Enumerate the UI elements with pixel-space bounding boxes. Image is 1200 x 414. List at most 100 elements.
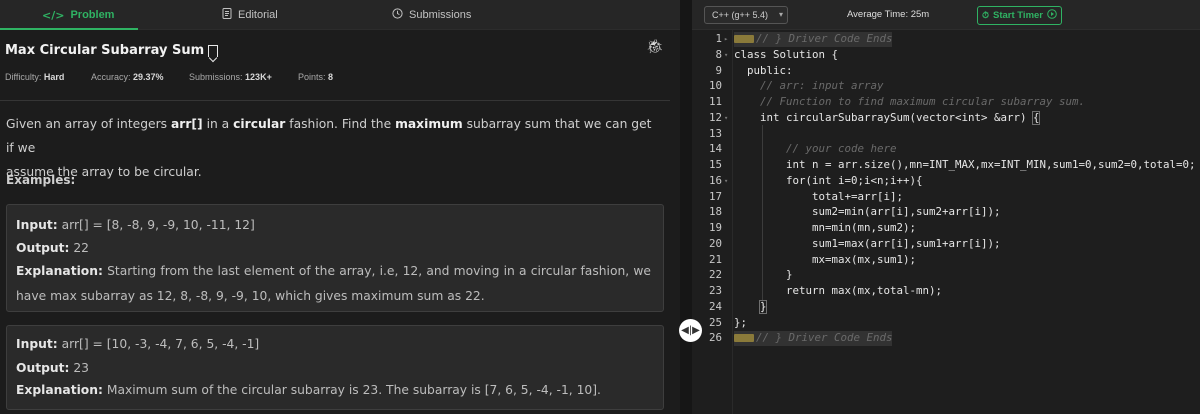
language-select-value: C++ (g++ 5.4) <box>712 10 769 20</box>
line-number: 20 <box>708 236 722 250</box>
output-label: Output: <box>16 241 70 255</box>
line-number: 12 <box>708 110 722 124</box>
problem-title-text: Max Circular Subarray Sum <box>5 43 205 58</box>
code-icon: </> <box>42 8 65 22</box>
line-number: 1 <box>715 32 722 45</box>
fold-arrow-icon[interactable]: ▾ <box>724 177 728 185</box>
problem-tabbar: </> Problem Editorial Submissions <box>0 0 680 30</box>
line-number: 21 <box>708 252 722 266</box>
problem-header: Max Circular Subarray Sum 🐞︎ <box>5 39 670 63</box>
code-comment: // your code here <box>734 142 897 156</box>
tab-editorial-label: Editorial <box>238 9 278 21</box>
fold-arrow-icon[interactable]: ▾ <box>724 51 728 59</box>
tab-editorial[interactable]: Editorial <box>222 0 278 30</box>
bracket-match-highlight <box>1032 110 1040 125</box>
output-label: Output: <box>16 361 70 375</box>
problem-panel: </> Problem Editorial Submissions Max Ci… <box>0 0 680 414</box>
tab-submissions[interactable]: Submissions <box>392 0 471 30</box>
line-number: 15 <box>708 158 722 171</box>
example-input: Input: arr[] = [10, -3, -4, 7, 6, 5, -4,… <box>16 332 651 356</box>
code-line: total+=arr[i]; <box>734 189 904 203</box>
code-line: sum2=min(arr[i],sum2+arr[i]); <box>734 205 1001 219</box>
difficulty-value: Hard <box>43 72 65 82</box>
desc-text: in a <box>202 117 234 131</box>
bug-report-icon[interactable]: 🐞︎ <box>646 39 664 55</box>
example-input: Input: arr[] = [8, -8, 9, -9, 10, -11, 1… <box>16 213 651 237</box>
code-line: } <box>734 268 793 282</box>
desc-bold-maximum: maximum <box>395 117 463 131</box>
fold-arrow-icon[interactable]: ▸ <box>724 35 728 43</box>
code-line: int circularSubarraySum(vector<int> &arr… <box>734 110 1040 124</box>
panel-splitter[interactable] <box>680 0 692 414</box>
divider <box>0 100 670 101</box>
input-label: Input: <box>16 337 58 351</box>
explanation-label: Explanation: <box>16 383 103 397</box>
code-line: sum1=max(arr[i],sum1+arr[i]); <box>734 236 1001 250</box>
submissions-value: 123K+ <box>245 72 272 82</box>
example-box: Input: arr[] = [8, -8, 9, -9, 10, -11, 1… <box>6 204 664 312</box>
accuracy-value: 29.37% <box>133 72 164 82</box>
explanation-value: Maximum sum of the circular subarray is … <box>102 383 601 397</box>
line-number: 14 <box>708 142 722 156</box>
code-line: return max(mx,total-mn); <box>734 284 943 297</box>
example-output: Output: 22 <box>16 236 651 260</box>
example-box: Input: arr[] = [10, -3, -4, 7, 6, 5, -4,… <box>6 325 664 410</box>
code-comment: // arr: input array <box>734 79 884 93</box>
code-line: // arr: input array <box>734 79 884 92</box>
tab-submissions-label: Submissions <box>409 9 472 21</box>
difficulty: Difficulty: Hard <box>5 72 64 82</box>
desc-bold-arr: arr[] <box>170 117 203 131</box>
code-line: class Solution { <box>734 47 839 61</box>
desc-text: fashion. Find the <box>285 117 396 131</box>
example-explanation: Explanation: Maximum sum of the circular… <box>16 378 651 403</box>
resize-handle-icon[interactable]: ◀|▶ <box>679 319 702 342</box>
code-line: // } Driver Code Ends <box>734 331 893 344</box>
play-icon <box>1047 9 1057 22</box>
explanation-value: Starting from the last element of the ar… <box>16 264 651 303</box>
bookmark-icon[interactable] <box>208 44 219 57</box>
input-value: arr[] = [10, -3, -4, 7, 6, 5, -4, -1] <box>57 337 260 351</box>
start-timer-label: Start Timer <box>993 10 1043 21</box>
code-line: // } Driver Code Ends <box>734 32 893 45</box>
points-label: Points: <box>298 72 326 82</box>
tab-problem[interactable]: </> Problem <box>42 0 114 30</box>
submissions-count: Submissions: 123K+ <box>189 72 272 82</box>
example-output: Output: 23 <box>16 356 651 380</box>
code-line: // your code here <box>734 142 897 155</box>
input-value: arr[] = [8, -8, 9, -9, 10, -11, 12] <box>57 218 255 232</box>
explanation-label: Explanation: <box>16 264 103 278</box>
output-value: 23 <box>69 361 90 375</box>
code-line: public: <box>734 63 793 77</box>
problem-title: Max Circular Subarray Sum <box>5 43 219 58</box>
code-line: for(int i=0;i<n;i++){ <box>734 173 923 187</box>
fold-marker-icon[interactable] <box>734 334 754 343</box>
points-value: 8 <box>328 72 334 82</box>
clock-icon <box>392 8 403 22</box>
start-timer-button[interactable]: ⏱︎ Start Timer <box>977 6 1062 25</box>
difficulty-label: Difficulty: <box>5 72 42 82</box>
editor-panel: C++ (g++ 5.4) ▾ Average Time: 25m ⏱︎ Sta… <box>692 0 1200 414</box>
line-number: 9 <box>715 63 722 77</box>
line-number: 11 <box>708 95 722 108</box>
average-time: Average Time: 25m <box>847 9 930 20</box>
example-explanation: Explanation: Starting from the last elem… <box>16 259 651 309</box>
language-select[interactable]: C++ (g++ 5.4) ▾ <box>704 6 788 24</box>
code-editor[interactable]: 1 ▸// } Driver Code Ends 8 ▾ class Solution … <box>692 30 1200 414</box>
code-comment: // Function to find maximum circular sub… <box>734 95 1086 108</box>
examples-heading: Examples: <box>6 173 76 187</box>
bracket-match-highlight <box>759 299 767 314</box>
line-number: 13 <box>708 126 722 140</box>
fold-marker-icon[interactable] <box>734 35 754 43</box>
desc-text: Given an array of integers <box>6 117 171 131</box>
line-number: 10 <box>708 79 722 93</box>
active-tab-indicator <box>0 28 138 30</box>
line-number: 18 <box>708 205 722 219</box>
points: Points: 8 <box>298 72 333 82</box>
line-number: 19 <box>708 221 722 234</box>
line-number: 24 <box>708 299 722 313</box>
line-number: 8 <box>715 47 722 61</box>
accuracy-label: Accuracy: <box>91 72 131 82</box>
code-line: }; <box>734 315 748 329</box>
submissions-label: Submissions: <box>189 72 243 82</box>
fold-arrow-icon[interactable]: ▾ <box>724 114 728 122</box>
